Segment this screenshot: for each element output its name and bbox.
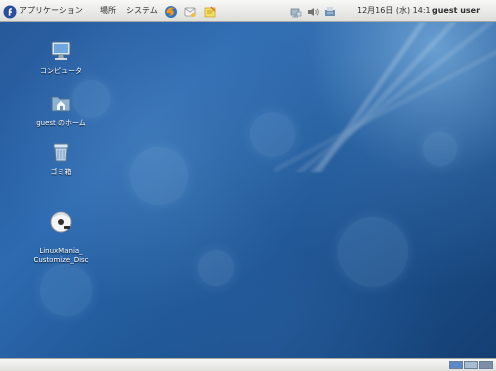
updates-icon[interactable]	[323, 4, 337, 18]
places-menu[interactable]: 場所	[100, 0, 116, 22]
wallpaper-light-rays	[274, 22, 496, 172]
desktop-icon-trash[interactable]: ゴミ箱	[18, 138, 104, 177]
desktop-icon-label: ゴミ箱	[50, 168, 72, 176]
desktop-icon-disc[interactable]: LinuxMania_ Customize_Disc	[18, 199, 104, 274]
disc-icon	[50, 211, 72, 233]
evolution-icon[interactable]	[183, 4, 197, 18]
notes-icon[interactable]	[203, 4, 217, 18]
system-menu[interactable]: システム	[126, 0, 158, 22]
applications-menu[interactable]: アプリケーション	[19, 0, 83, 22]
wallpaper-bokeh	[338, 217, 408, 287]
user-menu[interactable]: guest user	[432, 0, 480, 22]
computer-icon	[51, 41, 71, 60]
top-panel: アプリケーション 場所 システム 12月16日 (水) 14:1 guest u…	[0, 0, 496, 22]
fedora-logo-icon[interactable]	[3, 4, 17, 19]
workspace-3[interactable]	[479, 361, 493, 369]
clock[interactable]: 12月16日 (水) 14:1	[357, 0, 431, 22]
firefox-icon[interactable]	[164, 4, 178, 18]
wallpaper-bokeh	[130, 147, 188, 205]
wallpaper-bokeh	[250, 112, 295, 157]
desktop-icon-label: LinuxMania_ Customize_Disc	[33, 247, 89, 264]
bottom-panel	[0, 358, 496, 371]
network-icon[interactable]	[289, 4, 303, 18]
wallpaper-bokeh	[198, 250, 234, 286]
workspace-1[interactable]	[449, 361, 463, 369]
trash-icon	[53, 143, 69, 162]
workspace-2[interactable]	[464, 361, 478, 369]
desktop-icon-label: guest のホーム	[36, 119, 86, 127]
desktop-icon-label: コンピュータ	[40, 67, 82, 75]
desktop-background[interactable]: コンピュータ guest のホーム ゴミ箱 LinuxMania_ Custom…	[0, 22, 496, 358]
fedora-desktop-screen: アプリケーション 場所 システム 12月16日 (水) 14:1 guest u…	[0, 0, 496, 371]
desktop-icon-home[interactable]: guest のホーム	[18, 89, 104, 128]
volume-icon[interactable]	[306, 4, 320, 18]
home-folder-icon	[51, 96, 71, 112]
wallpaper-bokeh	[423, 132, 457, 166]
desktop-icon-computer[interactable]: コンピュータ	[18, 37, 104, 76]
